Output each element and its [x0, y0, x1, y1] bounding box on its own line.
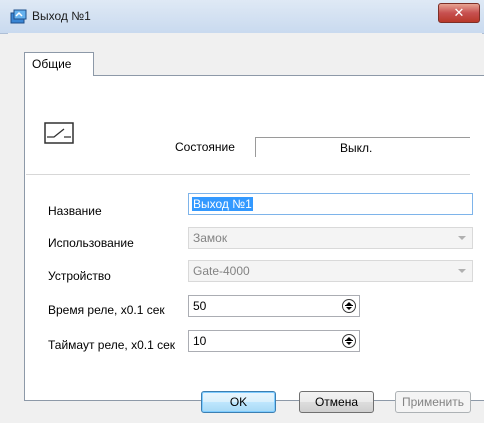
close-icon: ✕ [453, 5, 465, 20]
section-divider [26, 174, 470, 175]
switch-open-icon [44, 122, 74, 144]
chevron-down-icon [458, 236, 466, 240]
relay-timeout-stepper[interactable]: 10 [188, 330, 360, 352]
window-title: Выход №1 [32, 9, 91, 23]
close-button[interactable]: ✕ [438, 3, 480, 23]
usage-select[interactable]: Замок [188, 227, 473, 249]
usage-select-value: Замок [193, 231, 228, 245]
spin-buttons-icon[interactable] [342, 299, 356, 313]
relay-time-label: Время реле, x0.1 сек [48, 303, 165, 317]
state-value-box: Выкл. [255, 137, 470, 157]
relay-time-stepper[interactable]: 50 [188, 295, 360, 317]
name-input[interactable]: Выход №1 [188, 193, 473, 215]
relay-timeout-value: 10 [193, 334, 207, 348]
state-label: Состояние [175, 140, 235, 154]
app-icon [10, 9, 27, 24]
cancel-button[interactable]: Отмена [299, 391, 374, 413]
ok-button[interactable]: OK [201, 391, 276, 413]
title-bar[interactable]: Выход №1 ✕ [0, 0, 484, 34]
apply-button[interactable]: Применить [395, 391, 471, 413]
chevron-down-icon [458, 269, 466, 273]
usage-label: Использование [48, 236, 134, 250]
spin-buttons-icon[interactable] [342, 334, 356, 348]
device-select[interactable]: Gate-4000 [188, 260, 473, 282]
relay-time-value: 50 [193, 299, 207, 313]
dialog-client-area: Общие Состояние Выкл. Название Выход №1 … [8, 33, 484, 423]
device-select-value: Gate-4000 [193, 264, 250, 278]
name-label: Название [48, 204, 102, 218]
relay-timeout-label: Таймаут реле, x0.1 сек [48, 338, 176, 352]
device-label: Устройство [48, 269, 111, 283]
dialog-window: Выход №1 ✕ Общие Состояние Выкл. Названи… [0, 0, 484, 423]
name-input-value: Выход №1 [192, 197, 253, 211]
tab-general[interactable]: Общие [24, 52, 94, 76]
tab-general-label: Общие [32, 57, 72, 71]
state-value: Выкл. [340, 141, 373, 155]
